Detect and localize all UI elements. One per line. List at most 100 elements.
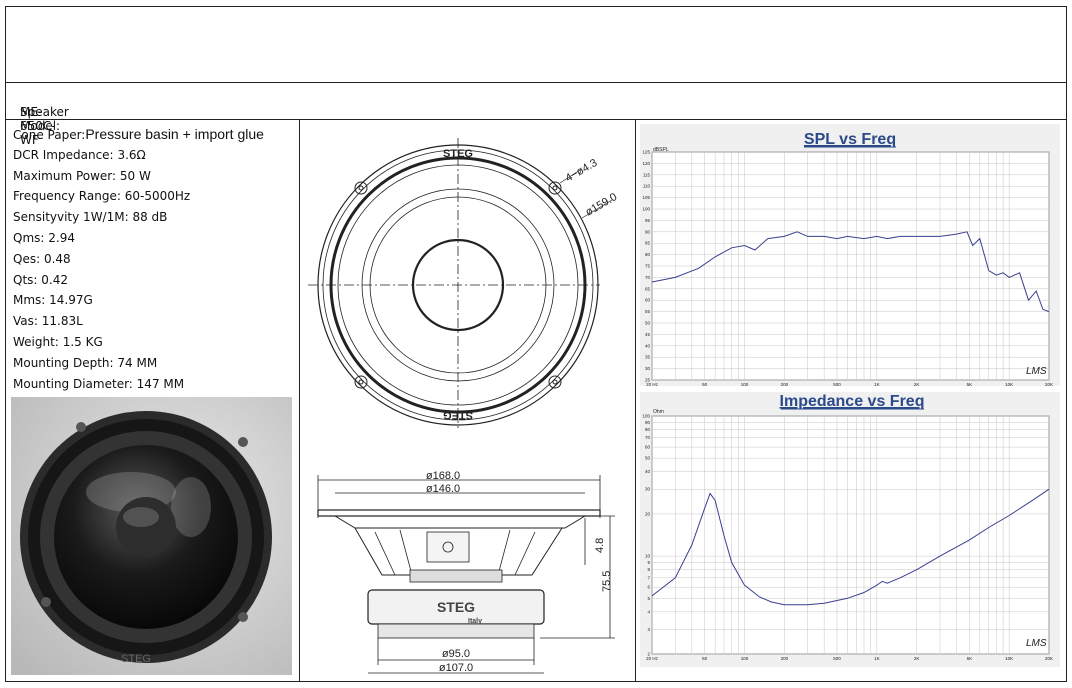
imp-y-tick-label: 90 xyxy=(645,420,651,425)
mount-hole-br-inner xyxy=(552,379,558,385)
spec-max-power: Maximum Power: 50 W xyxy=(13,168,151,183)
spl-y-tick-label: 40 xyxy=(645,343,651,348)
spl-y-tick-label: 85 xyxy=(645,241,651,246)
spl-x-tick-label: 5K xyxy=(967,382,973,387)
spl-x-tick-label: 2K xyxy=(914,382,920,387)
spec-cone-paper: Cone Paper:Pressure basin + import glue xyxy=(13,126,264,142)
mount-hole-tl-inner xyxy=(358,185,364,191)
imp-x-tick-label: 10K xyxy=(1005,656,1013,661)
side-brand: STEG xyxy=(437,599,475,615)
imp-watermark: LMS xyxy=(1026,638,1047,649)
spl-x-tick-label: 20 Hz xyxy=(646,382,659,387)
speaker-photo: STEG xyxy=(11,397,292,675)
spec-weight: Weight: 1.5 KG xyxy=(13,334,103,349)
spec-dcr: DCR Impedance: 3.6Ω xyxy=(13,147,146,162)
spl-y-tick-label: 30 xyxy=(645,366,651,371)
imp-grid xyxy=(651,415,1050,655)
spl-y-tick-label: 45 xyxy=(645,332,651,337)
spec-sensitivity: Sensityvity 1W/1M: 88 dB xyxy=(13,210,168,225)
spl-x-tick-label: 500 xyxy=(833,382,841,387)
spec-freq-range: Frequency Range: 60-5000Hz xyxy=(13,189,191,204)
imp-plot-area xyxy=(651,415,1050,655)
frame-top xyxy=(334,515,586,529)
imp-x-tick-label: 2K xyxy=(914,656,920,661)
spl-y-tick-label: 60 xyxy=(645,298,651,303)
spl-y-tick-label: 120 xyxy=(642,161,650,166)
front-brand-top: STEG xyxy=(443,148,473,160)
spl-y-tick-label: 35 xyxy=(645,355,651,360)
spl-y-tick-label: 90 xyxy=(645,229,651,234)
imp-x-tick-label: 20K xyxy=(1045,656,1053,661)
spl-unit: dBSPL xyxy=(653,147,669,153)
magnet-diameter-label: ø95.0 xyxy=(442,648,470,660)
spl-y-tick-label: 55 xyxy=(645,309,651,314)
imp-y-tick-label: 70 xyxy=(645,435,651,440)
flange-thickness-label: 4.8 xyxy=(594,538,606,553)
spl-x-tick-label: 20K xyxy=(1045,382,1053,387)
spl-y-tick-label: 50 xyxy=(645,321,651,326)
mount-hole-bl-inner xyxy=(358,379,364,385)
spec-qes: Qes: 0.48 xyxy=(13,251,71,266)
spl-x-tick-label: 100 xyxy=(741,382,749,387)
spl-y-tick-label: 65 xyxy=(645,286,651,291)
spl-y-tick-label: 80 xyxy=(645,252,651,257)
magnet-base xyxy=(377,623,535,639)
imp-x-tick-label: 50 xyxy=(702,656,708,661)
imp-unit: Ohm xyxy=(653,409,664,415)
imp-y-tick-label: 100 xyxy=(642,414,650,419)
spl-y-tick-label: 95 xyxy=(645,218,651,223)
imp-x-tick-label: 500 xyxy=(833,656,841,661)
graph-column: SPL vs Freq 125 120 115 110 105 100 95 90 85 80 75… xyxy=(635,119,1067,682)
side-brand-sub: Italy xyxy=(468,618,482,625)
spl-x-tick-label: 50 xyxy=(702,382,708,387)
photo-brand-label: STEG xyxy=(121,653,151,665)
model-row: Speaker Model: ME-650C-WF xyxy=(5,82,1067,147)
imp-y-tick-label: 50 xyxy=(645,456,651,461)
graphs-svg: SPL vs Freq 125 120 115 110 105 100 95 90 85 80 75… xyxy=(640,124,1060,667)
holes-dimension: 4−ø4.3 xyxy=(564,157,600,185)
imp-y-tick-label: 20 xyxy=(645,511,651,516)
technical-drawing: STEG STEG 4−ø4.3 ø159.0 ø168.0 ø146.0 ST… xyxy=(308,138,620,674)
spl-title: SPL vs Freq xyxy=(804,131,896,148)
mount-hole-tr-inner xyxy=(552,185,558,191)
imp-x-tick-label: 1K xyxy=(874,656,880,661)
depth-label: 75.5 xyxy=(601,571,613,592)
spl-y-tick-label: 105 xyxy=(642,195,650,200)
spec-list: Cone Paper:Pressure basin + import glue … xyxy=(13,124,264,394)
spl-y-tick-label: 75 xyxy=(645,264,651,269)
imp-y-tick-label: 60 xyxy=(645,445,651,450)
terminal-block xyxy=(426,531,470,563)
connector-strip xyxy=(409,569,503,583)
base-diameter-label: ø107.0 xyxy=(439,662,473,674)
spl-y-tick-label: 70 xyxy=(645,275,651,280)
imp-y-tick-label: 80 xyxy=(645,427,651,432)
speaker-photo-drawing: STEG xyxy=(11,397,292,675)
spl-y-tick-label: 110 xyxy=(643,184,651,189)
spl-x-tick-label: 1K xyxy=(874,382,880,387)
spec-vas: Vas: 11.83L xyxy=(13,314,83,329)
spec-mms: Mms: 14.97G xyxy=(13,293,93,308)
spl-y-tick-label: 115 xyxy=(643,172,651,177)
imp-x-tick-label: 20 Hz xyxy=(646,656,659,661)
drawing-column: STEG STEG 4−ø4.3 ø159.0 ø168.0 ø146.0 ST… xyxy=(299,119,636,682)
imp-y-tick-label: 40 xyxy=(645,469,651,474)
imp-x-tick-label: 200 xyxy=(781,656,789,661)
outer-diameter-label: ø168.0 xyxy=(426,470,460,482)
frame-diameter-label: ø146.0 xyxy=(426,483,460,495)
imp-x-tick-label: 5K xyxy=(967,656,973,661)
spl-y-tick-label: 100 xyxy=(642,207,650,212)
spl-x-tick-label: 200 xyxy=(781,382,789,387)
spl-grid xyxy=(651,151,1050,381)
spec-qts: Qts: 0.42 xyxy=(13,272,68,287)
spec-mount-depth: Mounting Depth: 74 MM xyxy=(13,355,158,370)
header-blank-cell xyxy=(5,6,1067,83)
spec-mount-diameter: Mounting Diameter: 147 MM xyxy=(13,376,185,391)
spl-x-tick-label: 10K xyxy=(1005,382,1013,387)
imp-title: Impedance vs Freq xyxy=(780,393,925,410)
spl-y-tick-label: 125 xyxy=(642,150,650,155)
bolt-circle-dimension: ø159.0 xyxy=(584,191,620,219)
front-brand-bottom: STEG xyxy=(443,409,473,421)
spec-qms: Qms: 2.94 xyxy=(13,230,75,245)
imp-x-tick-label: 100 xyxy=(741,656,749,661)
mount-flange xyxy=(317,509,601,517)
